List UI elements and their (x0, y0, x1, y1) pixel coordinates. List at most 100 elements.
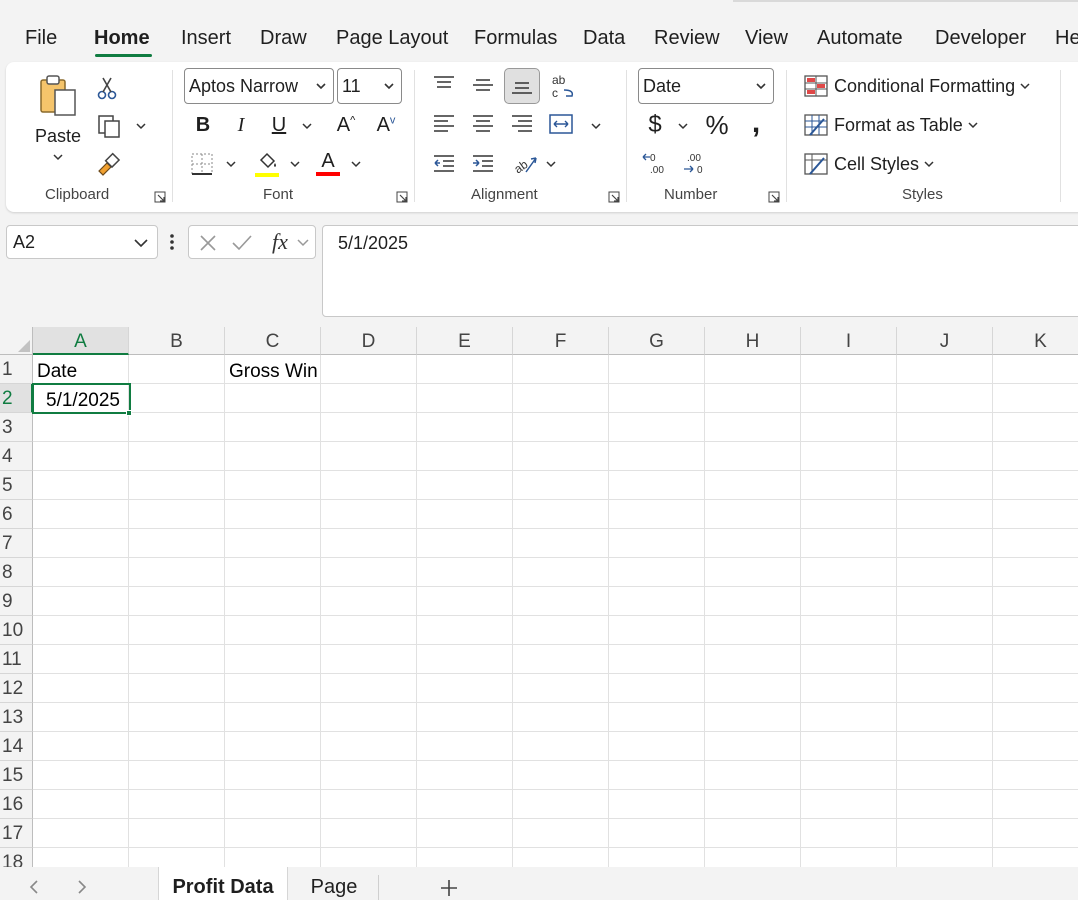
fill-color-button[interactable] (252, 148, 282, 178)
column-header-g[interactable]: G (609, 327, 705, 355)
row-header-12[interactable]: 12 (0, 674, 33, 703)
borders-button[interactable] (188, 150, 216, 178)
increase-decimal-button[interactable]: 0.00 (640, 150, 672, 178)
tab-view[interactable]: View (745, 27, 788, 50)
row-header-7[interactable]: 7 (0, 529, 33, 558)
bold-button[interactable]: B (190, 110, 216, 140)
column-header-c[interactable]: C (225, 327, 321, 355)
tab-data[interactable]: Data (583, 27, 625, 50)
font-color-button[interactable]: A (314, 148, 342, 178)
insert-function-button[interactable]: fx (265, 228, 295, 256)
tab-home[interactable]: Home (94, 27, 150, 50)
next-sheet-button[interactable] (72, 877, 92, 897)
merge-center-button[interactable] (546, 110, 576, 138)
formula-input[interactable]: 5/1/2025 (322, 225, 1078, 317)
row-header-8[interactable]: 8 (0, 558, 33, 587)
row-header-11[interactable]: 11 (0, 645, 33, 674)
decrease-font-size-button[interactable]: Av (370, 110, 402, 140)
currency-button[interactable]: $ (642, 110, 668, 140)
function-dropdown[interactable] (295, 234, 311, 252)
cell-c1[interactable]: Gross Win (229, 361, 318, 383)
row-header-13[interactable]: 13 (0, 703, 33, 732)
copy-dropdown[interactable] (132, 116, 150, 136)
name-box[interactable]: A2 (6, 225, 158, 259)
clipboard-launcher[interactable] (154, 190, 166, 203)
row-header-1[interactable]: 1 (0, 355, 33, 384)
confirm-entry-button[interactable] (229, 230, 255, 256)
copy-button[interactable] (94, 112, 124, 140)
row-header-16[interactable]: 16 (0, 790, 33, 819)
tab-file[interactable]: File (25, 27, 57, 50)
fill-handle[interactable] (126, 410, 132, 416)
alignment-launcher[interactable] (608, 190, 620, 203)
add-sheet-button[interactable] (438, 877, 460, 899)
cut-button[interactable] (94, 74, 120, 102)
top-align-button[interactable] (430, 70, 458, 98)
tab-review[interactable]: Review (654, 27, 720, 50)
tab-help[interactable]: He (1055, 27, 1078, 50)
cancel-entry-button[interactable] (195, 230, 221, 256)
column-header-e[interactable]: E (417, 327, 513, 355)
number-format-select[interactable]: Date (638, 68, 774, 104)
align-left-button[interactable] (430, 110, 458, 138)
orientation-button[interactable]: ab (510, 150, 540, 178)
row-header-10[interactable]: 10 (0, 616, 33, 645)
underline-button[interactable]: U (266, 110, 292, 140)
row-header-4[interactable]: 4 (0, 442, 33, 471)
active-cell-outline[interactable] (32, 383, 131, 414)
underline-dropdown[interactable] (298, 116, 316, 136)
cell-styles-button[interactable]: Cell Styles (804, 152, 941, 176)
row-header-6[interactable]: 6 (0, 500, 33, 529)
column-header-j[interactable]: J (897, 327, 993, 355)
sheet-tab-profit-data[interactable]: Profit Data (158, 867, 288, 900)
conditional-formatting-button[interactable]: Conditional Formatting (804, 74, 1037, 98)
italic-button[interactable]: I (228, 110, 254, 140)
row-header-2[interactable]: 2 (0, 384, 33, 413)
format-painter-button[interactable] (94, 150, 122, 178)
decrease-decimal-button[interactable]: .00 0 (680, 150, 712, 178)
column-header-h[interactable]: H (705, 327, 801, 355)
column-header-i[interactable]: I (801, 327, 897, 355)
tab-page-layout[interactable]: Page Layout (336, 27, 448, 50)
fill-color-dropdown[interactable] (286, 154, 304, 174)
select-all-corner[interactable] (0, 327, 33, 355)
wrap-text-button[interactable]: ab c (548, 70, 578, 102)
column-header-k[interactable]: K (993, 327, 1078, 355)
font-launcher[interactable] (396, 190, 408, 203)
align-right-button[interactable] (508, 110, 536, 138)
column-header-f[interactable]: F (513, 327, 609, 355)
font-size-select[interactable]: 11 (337, 68, 402, 104)
column-header-b[interactable]: B (129, 327, 225, 355)
format-as-table-button[interactable]: Format as Table (804, 113, 985, 137)
font-color-dropdown[interactable] (347, 154, 365, 174)
middle-align-button[interactable] (469, 70, 497, 100)
paste-dropdown-icon[interactable] (52, 153, 64, 161)
number-launcher[interactable] (768, 190, 780, 203)
merge-dropdown[interactable] (587, 116, 605, 136)
percent-button[interactable]: % (702, 110, 732, 140)
tab-developer[interactable]: Developer (935, 27, 1026, 50)
prev-sheet-button[interactable] (24, 877, 44, 897)
currency-dropdown[interactable] (674, 116, 692, 136)
align-center-button[interactable] (469, 110, 497, 138)
borders-dropdown[interactable] (222, 154, 240, 174)
row-header-18[interactable]: 18 (0, 848, 33, 867)
tab-draw[interactable]: Draw (260, 27, 307, 50)
column-header-d[interactable]: D (321, 327, 417, 355)
increase-font-size-button[interactable]: A^ (330, 110, 362, 140)
increase-indent-button[interactable] (469, 150, 497, 178)
font-name-select[interactable]: Aptos Narrow (184, 68, 334, 104)
tab-formulas[interactable]: Formulas (474, 27, 557, 50)
bottom-align-button[interactable] (504, 68, 540, 104)
paste-button[interactable]: Paste (30, 72, 86, 172)
row-header-14[interactable]: 14 (0, 732, 33, 761)
column-header-a[interactable]: A (33, 327, 129, 355)
decrease-indent-button[interactable] (430, 150, 458, 178)
formula-bar-options[interactable] (164, 228, 180, 256)
row-header-3[interactable]: 3 (0, 413, 33, 442)
row-header-15[interactable]: 15 (0, 761, 33, 790)
cell-a1[interactable]: Date (37, 361, 77, 383)
row-header-5[interactable]: 5 (0, 471, 33, 500)
orientation-dropdown[interactable] (542, 154, 560, 174)
tab-automate[interactable]: Automate (817, 27, 903, 50)
